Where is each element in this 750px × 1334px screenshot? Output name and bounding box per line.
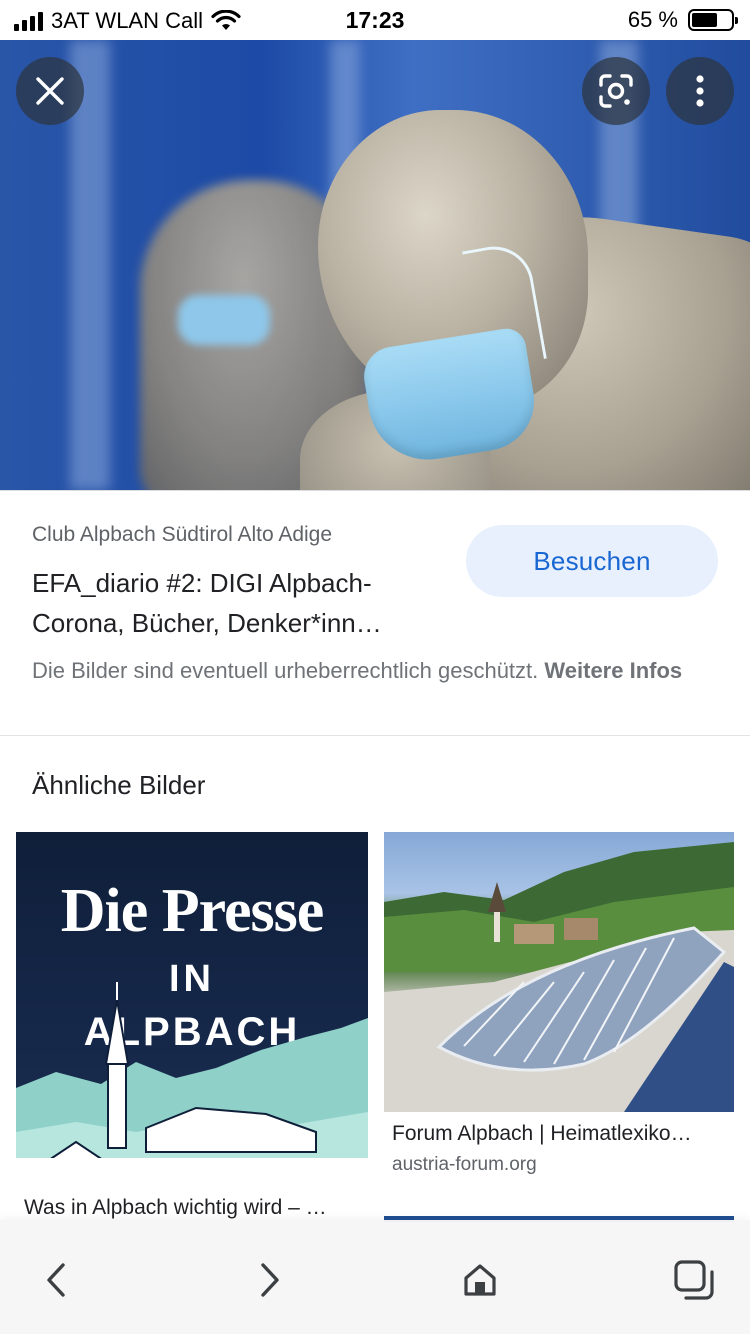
lens-icon	[599, 74, 633, 108]
similar-image-thumbnail[interactable]	[384, 832, 734, 1112]
home-button[interactable]	[450, 1250, 510, 1310]
similar-images-heading: Ähnliche Bilder	[32, 770, 206, 800]
visit-button[interactable]: Besuchen	[466, 525, 718, 597]
page: 3AT WLAN Call 17:23 65 % Club Alpbach Sü…	[0, 0, 750, 1334]
bottom-toolbar	[0, 1220, 750, 1334]
forum-building-photo	[384, 842, 734, 1112]
status-bar: 3AT WLAN Call 17:23 65 %	[0, 0, 750, 40]
source-name[interactable]: Club Alpbach Südtirol Alto Adige	[32, 523, 332, 547]
back-icon	[47, 1263, 65, 1297]
battery-icon	[688, 9, 738, 31]
copyright-notice: Die Bilder sind eventuell urheberrechtli…	[32, 655, 722, 687]
more-options-button[interactable]	[666, 57, 734, 125]
lens-button[interactable]	[582, 57, 650, 125]
battery-percent: 65 %	[627, 7, 678, 32]
result-title[interactable]: EFA_diario #2: DIGI Alpbach- Corona, Büc…	[32, 563, 442, 643]
similar-image-caption[interactable]: Was in Alpbach wichtig wird – …	[24, 1196, 368, 1220]
similar-image-domain: austria-forum.org	[392, 1154, 537, 1175]
similar-image-card[interactable]: Die Presse IN ALPBACH Was in Alpbach wic…	[16, 832, 368, 1220]
forward-button[interactable]	[240, 1250, 300, 1310]
result-title-line1: EFA_diario #2: DIGI Alpbach-	[32, 568, 372, 598]
back-button[interactable]	[26, 1250, 86, 1310]
similar-image-caption[interactable]: Forum Alpbach | Heimatlexiko…	[392, 1122, 734, 1146]
home-icon	[464, 1264, 496, 1296]
tabs-icon	[674, 1260, 714, 1300]
more-info-link[interactable]: Weitere Infos	[544, 658, 682, 683]
more-vert-icon	[696, 75, 704, 107]
village-illustration	[16, 982, 368, 1184]
close-icon	[36, 77, 64, 105]
copyright-text: Die Bilder sind eventuell urheberrechtli…	[32, 658, 539, 683]
close-button[interactable]	[16, 57, 84, 125]
forward-icon	[261, 1263, 279, 1297]
similar-image-card[interactable]: Forum Alpbach | Heimatlexiko… austria-fo…	[384, 832, 734, 1176]
similar-image-thumbnail[interactable]: Die Presse IN ALPBACH	[16, 832, 368, 1184]
result-title-line2: Corona, Bücher, Denker*inn…	[32, 608, 382, 638]
tabs-button[interactable]	[664, 1250, 724, 1310]
status-right: 65 %	[627, 7, 738, 33]
result-info: Club Alpbach Südtirol Alto Adige EFA_dia…	[0, 490, 750, 736]
